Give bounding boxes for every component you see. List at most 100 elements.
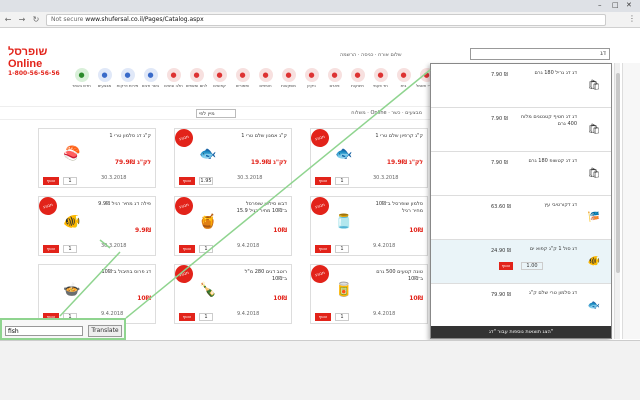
page-scrollbar[interactable]	[622, 63, 640, 339]
search-input[interactable]: דג	[470, 48, 610, 60]
product-card[interactable]: 🐠 מבצע פילה דג מחיר רגיל 9.9₪ 9.9₪ 30.3.2018…	[36, 194, 156, 256]
product-name[interactable]: סלמון שופרסל ב־10₪ מחיר רגיל	[367, 201, 423, 215]
browser-menu-icon[interactable]: ⋮	[628, 14, 636, 23]
category-item[interactable]: ● חטיפים	[254, 68, 277, 94]
suggestion-item[interactable]: 🛍 דג דג קטשופ 180 גרם 7.90 ₪	[431, 152, 611, 196]
quantity-stepper[interactable]: 1	[335, 313, 349, 321]
add-to-cart-button[interactable]: הוסף	[179, 245, 195, 253]
suggestion-name[interactable]: דג סול 1 ק"ג קפוא ים	[517, 246, 577, 253]
close-icon[interactable]: ✕	[626, 1, 632, 9]
add-to-cart-button[interactable]: הוסף	[315, 177, 331, 185]
sauce-icon[interactable]: 🍾	[187, 273, 229, 307]
fish-icon[interactable]: 🐟	[323, 137, 365, 171]
category-item[interactable]: ● פירות וירקות	[116, 68, 139, 94]
add-to-cart-button[interactable]: הוסף	[43, 177, 59, 185]
category-item[interactable]: ● לחם ומאפים	[185, 68, 208, 94]
fish-fillet-icon[interactable]: 🐠	[51, 205, 93, 239]
product-card[interactable]: 🐟 מבצע 1 ק"ג אמנון שלם טרי 19.9₪ לק"ג 30.3.2…	[172, 126, 292, 188]
quantity-stepper[interactable]: 1.00	[521, 262, 543, 270]
product-price: 10₪	[409, 295, 423, 302]
add-to-cart-button[interactable]: הוסף	[179, 177, 195, 185]
add-to-cart-button[interactable]: הוסף	[43, 245, 59, 253]
suggestion-name[interactable]: דג סלמון טרי שלם ק"ג	[517, 290, 577, 297]
category-icon: ●	[74, 68, 89, 82]
translate-button[interactable]: Translate	[88, 325, 122, 337]
add-to-cart-button[interactable]: הוסף	[179, 313, 195, 321]
reload-icon[interactable]: ↻	[30, 14, 42, 26]
product-name[interactable]: פילה דג מחיר רגיל 9.9₪	[95, 201, 151, 208]
product-card[interactable]: 🍯 מבצע דבש סילאן שופרסל ב־10₪ מחיר רגיל 15…	[172, 194, 292, 256]
quantity-stepper[interactable]: 1.95	[199, 177, 213, 185]
maximize-icon[interactable]: □	[612, 1, 619, 9]
panel-scrollbar[interactable]	[614, 63, 620, 339]
suggestion-item[interactable]: 🐠 דג סול 1 ק"ג קפוא ים 24.90 ₪ הוסף 1.00	[431, 240, 611, 284]
sale-date: 30.3.2018	[101, 175, 127, 181]
filter-options[interactable]: משלוח · Online · מבצעים · כשר	[351, 110, 422, 116]
product-price: 10₪	[409, 227, 423, 234]
quantity-stepper[interactable]: 1	[63, 177, 77, 185]
product-name[interactable]: רוטב דגים 280 מ"ל ב־10₪	[231, 269, 287, 283]
category-label: משקאות	[281, 83, 296, 88]
suggestion-name[interactable]: דג דג גריל 180 גרם	[517, 70, 577, 77]
suggestion-name[interactable]: דג דג חטיף קטנטנים מלוח 400 גרם	[517, 114, 577, 128]
product-card[interactable]: 🍾 מבצע רוטב דגים 280 מ"ל ב־10₪ 10₪ 9.4.2018 ה…	[172, 262, 292, 324]
category-label: חלב וביצים	[164, 83, 183, 88]
product-name[interactable]: 1 ק"ג קרפיון שלם טרי	[367, 133, 423, 140]
category-item[interactable]: ● מבצעים	[93, 68, 116, 94]
quantity-stepper[interactable]: 1	[199, 245, 213, 253]
product-name[interactable]: דג פרוס בתיבול ב־10₪	[95, 269, 152, 276]
product-card[interactable]: 🐟 מבצע 1 ק"ג קרפיון שלם טרי 19.9₪ לק"ג 30.3.…	[308, 126, 428, 188]
category-item[interactable]: ● ניקיון	[300, 68, 323, 94]
minimize-icon[interactable]: –	[598, 1, 602, 9]
can-icon[interactable]: 🥫	[323, 273, 365, 307]
category-item[interactable]: ● חדש באתר	[70, 68, 93, 94]
quantity-stepper[interactable]: 1	[199, 313, 213, 321]
product-name[interactable]: דבש סילאן שופרסל ב־10₪ מחיר רגיל 15.9	[231, 201, 287, 215]
salmon-icon[interactable]: 🍣	[51, 137, 93, 171]
top-menu[interactable]: שלום אורח · כניסה · הרשמה	[340, 52, 402, 58]
product-card[interactable]: 🥫 מבצע טונה קטעים 500 גרם ב־10₪ 10₪ 9.4.2018…	[308, 262, 428, 324]
suggestion-price: 7.90 ₪	[491, 72, 508, 78]
product-name[interactable]: 1 ק"ג דג סלמון טרי	[95, 133, 151, 140]
product-name[interactable]: טונה קטעים 500 גרם ב־10₪	[367, 269, 423, 283]
snack-bag-icon: 🛍	[587, 167, 601, 179]
category-item[interactable]: ● תינוקות	[346, 68, 369, 94]
category-item[interactable]: ● חד פעמי	[369, 68, 392, 94]
honey-icon[interactable]: 🍯	[187, 205, 229, 239]
suggestion-item[interactable]: 🛍 דג דג חטיף קטנטנים מלוח 400 גרם 7.90 ₪	[431, 108, 611, 152]
site-logo[interactable]: שופרסל Online 1-800-56-56-56	[8, 46, 70, 77]
quantity-stepper[interactable]: 1	[335, 245, 349, 253]
category-item[interactable]: ● בית	[392, 68, 415, 94]
translate-input[interactable]	[5, 326, 83, 336]
add-button[interactable]: הוסף	[499, 262, 513, 270]
sort-select[interactable]: מיין לפי	[196, 109, 236, 118]
product-card[interactable]: 🫙 מבצע סלמון שופרסל ב־10₪ מחיר רגיל 10₪ 9.4.…	[308, 194, 428, 256]
category-item[interactable]: ● חלב וביצים	[162, 68, 185, 94]
product-card[interactable]: 🍲 דג פרוס בתיבול ב־10₪ 10₪ 9.4.2018 הוסף 1	[38, 264, 156, 324]
category-item[interactable]: ● קפואים	[208, 68, 231, 94]
back-icon[interactable]: ←	[2, 14, 14, 26]
fish-icon[interactable]: 🐟	[187, 137, 229, 171]
category-item[interactable]: ● בשר ודגים	[139, 68, 162, 94]
product-card[interactable]: 🍣 1 ק"ג דג סלמון טרי 79.9₪ לק"ג 30.3.2018 הו…	[38, 128, 156, 188]
suggestion-item[interactable]: 🐟 דג סלמון טרי שלם ק"ג 79.90 ₪	[431, 284, 611, 328]
quantity-stepper[interactable]: 1	[63, 245, 77, 253]
suggestion-name[interactable]: דג דקורטיבי עץ	[517, 202, 577, 209]
category-item[interactable]: ● משקאות	[277, 68, 300, 94]
more-results-link[interactable]: הצג תוצאות נוספות עבור "דג"	[431, 326, 611, 338]
suggestion-item[interactable]: 🛍 דג דג גריל 180 גרם 7.90 ₪	[431, 64, 611, 108]
category-item[interactable]: ● פארם	[323, 68, 346, 94]
forward-icon[interactable]: →	[16, 14, 28, 26]
scrollbar-thumb[interactable]	[616, 73, 620, 273]
address-bar[interactable]: Not secure www.shufersal.co.il/Pages/Cat…	[46, 14, 606, 26]
sale-date: 9.4.2018	[237, 243, 260, 249]
jar-icon[interactable]: 🫙	[323, 205, 365, 239]
category-item[interactable]: ● שימורים	[231, 68, 254, 94]
quantity-stepper[interactable]: 1	[335, 177, 349, 185]
product-name[interactable]: 1 ק"ג אמנון שלם טרי	[231, 133, 287, 140]
suggestion-item[interactable]: 🎏 דג דקורטיבי עץ 63.60 ₪	[431, 196, 611, 240]
add-to-cart-button[interactable]: הוסף	[315, 245, 331, 253]
suggestion-name[interactable]: דג דג קטשופ 180 גרם	[517, 158, 577, 165]
add-to-cart-button[interactable]: הוסף	[315, 313, 331, 321]
dish-icon[interactable]: 🍲	[51, 273, 93, 307]
